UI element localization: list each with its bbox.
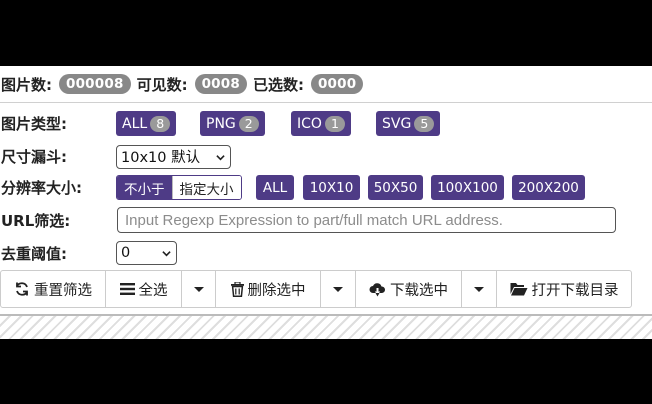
dedup-label: 去重阈值: xyxy=(1,244,67,263)
resolution-label: 分辨率大小: xyxy=(1,179,82,197)
type-svg-count: 5 xyxy=(414,115,435,132)
type-all-button[interactable]: ALL 8 xyxy=(116,111,177,136)
size-funnel-select[interactable]: 10x10 默认 xyxy=(116,144,231,169)
res-50x50-button[interactable]: 50X50 xyxy=(368,175,423,200)
caret-down-icon xyxy=(474,286,484,292)
image-type-label: 图片类型: xyxy=(1,115,67,133)
type-png-label: PNG xyxy=(206,115,236,132)
type-svg-label: SVG xyxy=(382,115,412,132)
selected-count-badge: 0000 xyxy=(310,74,364,94)
delete-selected-label: 删除选中 xyxy=(247,282,306,299)
size-funnel-value: 10x10 默认 xyxy=(121,150,201,166)
refresh-icon xyxy=(16,282,28,296)
type-png-count: 2 xyxy=(238,115,259,132)
image-manager-panel: 图片数: 000008 可见数: 0008 已选数: 0000 图片类型: AL… xyxy=(0,66,652,339)
folder-open-icon xyxy=(510,283,527,296)
type-ico-button[interactable]: ICO 1 xyxy=(291,111,351,136)
open-download-dir-button[interactable]: 打开下载目录 xyxy=(497,271,631,307)
trash-icon xyxy=(230,281,244,297)
type-png-button[interactable]: PNG 2 xyxy=(200,111,265,136)
select-all-label: 全选 xyxy=(138,282,168,299)
resolution-mode-toggle: 不小于 指定大小 xyxy=(116,175,242,200)
visible-count-label: 可见数: xyxy=(136,75,188,94)
type-all-count: 8 xyxy=(150,115,171,132)
image-count-label: 图片数: xyxy=(1,75,52,94)
type-svg-button[interactable]: SVG 5 xyxy=(376,111,441,136)
res-10x10-button[interactable]: 10X10 xyxy=(303,175,360,200)
select-all-button[interactable]: 全选 xyxy=(106,271,182,307)
select-all-dropdown[interactable] xyxy=(182,271,216,307)
visible-count-badge: 0008 xyxy=(194,74,247,94)
image-grid-area xyxy=(0,314,652,339)
dedup-threshold-value: 0 xyxy=(121,245,131,261)
mode-not-less-than-button[interactable]: 不小于 xyxy=(117,176,172,199)
res-100x100-button[interactable]: 100X100 xyxy=(431,175,504,200)
type-ico-count: 1 xyxy=(324,115,345,132)
resolution-row: 分辨率大小: 不小于 指定大小 ALL 10X10 50X50 100X100 … xyxy=(0,175,652,200)
dedup-threshold-select[interactable]: 0 xyxy=(116,241,177,265)
image-count-badge: 000008 xyxy=(59,74,131,94)
mode-exact-size-button[interactable]: 指定大小 xyxy=(171,176,241,199)
res-200x200-button[interactable]: 200X200 xyxy=(512,175,585,200)
delete-selected-button[interactable]: 删除选中 xyxy=(216,271,321,307)
open-download-dir-label: 打开下载目录 xyxy=(531,282,619,299)
download-selected-label: 下载选中 xyxy=(390,282,448,299)
stats-bar: 图片数: 000008 可见数: 0008 已选数: 0000 xyxy=(0,66,652,103)
url-filter-label: URL筛选: xyxy=(1,211,71,230)
type-all-label: ALL xyxy=(122,115,148,132)
url-filter-input[interactable]: Input Regexp Expression to part/full mat… xyxy=(117,207,616,233)
size-funnel-row: 尺寸漏斗: 10x10 默认 xyxy=(0,144,652,169)
chevron-down-icon xyxy=(216,154,225,160)
size-funnel-label: 尺寸漏斗: xyxy=(1,148,67,166)
chevron-down-icon xyxy=(162,251,171,257)
list-icon xyxy=(119,283,135,295)
reset-filter-label: 重置筛选 xyxy=(34,282,92,299)
url-filter-row: URL筛选: Input Regexp Expression to part/f… xyxy=(0,207,652,233)
dedup-row: 去重阈值: 0 xyxy=(0,241,652,265)
res-all-button[interactable]: ALL xyxy=(256,175,294,200)
action-toolbar: 重置筛选 全选 删除选中 下载选中 打开下载目录 xyxy=(0,270,632,308)
reset-filter-button[interactable]: 重置筛选 xyxy=(1,271,106,307)
caret-down-icon xyxy=(333,286,343,292)
image-type-row: 图片类型: ALL 8 PNG 2 ICO 1 SVG 5 xyxy=(0,111,652,136)
selected-count-label: 已选数: xyxy=(252,75,304,94)
type-ico-label: ICO xyxy=(297,115,322,132)
delete-dropdown[interactable] xyxy=(321,271,356,307)
cloud-download-icon xyxy=(369,282,386,296)
download-dropdown[interactable] xyxy=(462,271,497,307)
caret-down-icon xyxy=(193,286,204,292)
download-selected-button[interactable]: 下载选中 xyxy=(356,271,462,307)
